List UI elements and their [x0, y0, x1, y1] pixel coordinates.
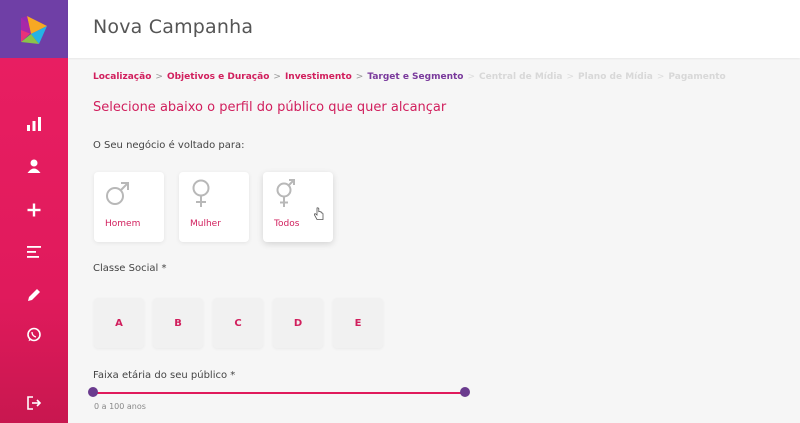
- section-heading: Selecione abaixo o perfil do público que…: [93, 100, 447, 115]
- breadcrumb-step-investimento[interactable]: Investimento: [285, 72, 352, 82]
- logout-icon: [27, 396, 42, 410]
- menu-lines-icon: [27, 246, 41, 258]
- age-range-slider[interactable]: [93, 392, 465, 394]
- gender-option-label: Todos: [274, 219, 300, 229]
- age-range-label: Faixa etária do seu público *: [93, 370, 236, 381]
- social-class-c[interactable]: C: [213, 298, 263, 348]
- breadcrumb-step-target[interactable]: Target e Segmento: [367, 72, 463, 82]
- logo-area[interactable]: [0, 0, 68, 58]
- breadcrumb-separator: >: [656, 72, 665, 82]
- campaign-list-nav-item[interactable]: [20, 238, 48, 266]
- breadcrumb-separator: >: [355, 72, 364, 82]
- gender-option-label: Mulher: [190, 219, 221, 229]
- business-question-label: O Seu negócio é voltado para:: [93, 140, 245, 151]
- age-range-value: 0 a 100 anos: [94, 402, 146, 411]
- breadcrumb-separator: >: [273, 72, 281, 82]
- male-icon: [106, 182, 129, 205]
- gender-option-mulher[interactable]: Mulher: [179, 172, 249, 242]
- breadcrumb-step-central: Central de Mídia: [479, 72, 563, 82]
- gender-option-homem[interactable]: Homem: [94, 172, 164, 242]
- breadcrumb-step-localizacao[interactable]: Localização: [93, 72, 151, 82]
- gender-option-label: Homem: [105, 219, 141, 229]
- age-slider-min-handle[interactable]: [88, 387, 98, 397]
- user-icon: [27, 159, 41, 173]
- profile-nav-item[interactable]: [20, 152, 48, 180]
- breadcrumb-step-plano: Plano de Mídia: [578, 72, 653, 82]
- top-bar: Nova Campanha: [68, 0, 800, 58]
- breadcrumb-separator: >: [566, 72, 575, 82]
- breadcrumb-separator: >: [155, 72, 163, 82]
- reports-nav-item[interactable]: [20, 110, 48, 138]
- whatsapp-icon: [27, 327, 41, 342]
- social-class-b[interactable]: B: [153, 298, 203, 348]
- female-icon: [192, 179, 210, 207]
- breadcrumb-step-pagamento: Pagamento: [668, 72, 726, 82]
- breadcrumb: Localização > Objetivos e Duração > Inve…: [93, 72, 726, 82]
- male-female-icon: [276, 179, 295, 207]
- sidebar: [0, 0, 68, 423]
- social-class-label: Classe Social *: [93, 263, 167, 274]
- hand-cursor-icon: [313, 207, 324, 220]
- main-content: Localização > Objetivos e Duração > Inve…: [68, 58, 800, 423]
- age-slider-max-handle[interactable]: [460, 387, 470, 397]
- new-campaign-nav-item[interactable]: [20, 196, 48, 224]
- app-logo-icon: [21, 16, 47, 44]
- page-title: Nova Campanha: [93, 16, 254, 38]
- bar-chart-icon: [27, 117, 41, 131]
- social-class-d[interactable]: D: [273, 298, 323, 348]
- social-class-a[interactable]: A: [94, 298, 144, 348]
- pencil-icon: [28, 289, 40, 301]
- social-class-e[interactable]: E: [333, 298, 383, 348]
- breadcrumb-separator: >: [467, 72, 476, 82]
- edit-nav-item[interactable]: [20, 281, 48, 309]
- breadcrumb-step-objetivos[interactable]: Objetivos e Duração: [167, 72, 269, 82]
- plus-icon: [27, 203, 41, 217]
- logout-nav-item[interactable]: [20, 389, 48, 417]
- whatsapp-nav-item[interactable]: [20, 321, 48, 349]
